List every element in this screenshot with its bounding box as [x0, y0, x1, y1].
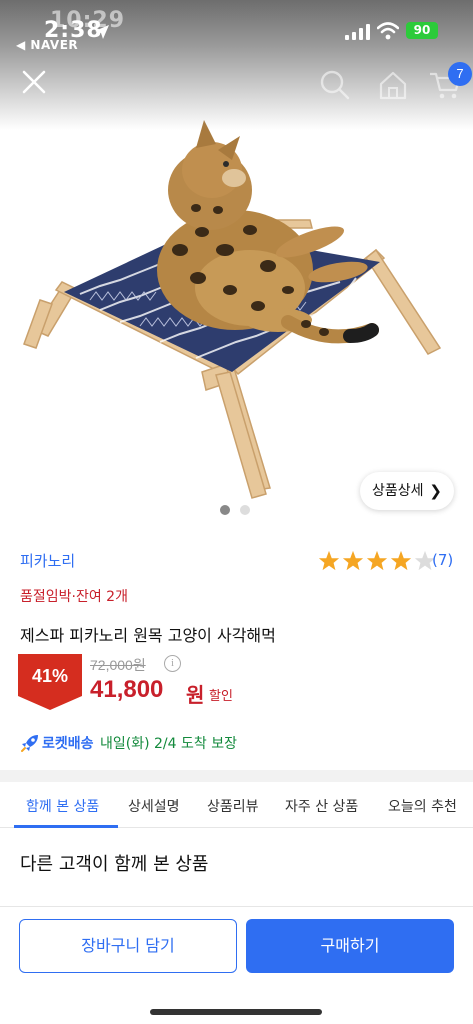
- cart-count-badge: 7: [448, 62, 472, 86]
- wifi-icon: [377, 22, 399, 40]
- delivery-eta: 내일(화) 2/4 도착 보장: [100, 736, 237, 752]
- rocket-icon: [21, 735, 38, 752]
- search-icon[interactable]: [318, 68, 352, 102]
- pagination-dot[interactable]: [240, 505, 250, 515]
- product-detail-label: 상품상세: [372, 483, 424, 499]
- rocket-delivery-label: 로켓배송: [42, 736, 94, 752]
- review-count-link[interactable]: (7): [432, 551, 453, 569]
- discount-suffix: 할인: [209, 689, 233, 704]
- tab-recommendations[interactable]: 오늘의 추천: [388, 796, 457, 816]
- tab-frequently-bought[interactable]: 자주 산 상품: [285, 796, 358, 816]
- original-price: 72,000원: [90, 657, 146, 673]
- star-filled-icon: [342, 550, 364, 571]
- discount-badge: 41%: [18, 654, 82, 710]
- star-filled-icon: [318, 550, 340, 571]
- purchase-action-bar: 장바구니 담기 구매하기: [0, 906, 473, 1024]
- star-filled-icon: [366, 550, 388, 571]
- sale-price: 41,800: [90, 676, 164, 703]
- product-detail-button[interactable]: 상품상세 ❯: [360, 472, 454, 510]
- tab-reviews[interactable]: 상품리뷰: [207, 796, 259, 816]
- star-filled-icon: [390, 550, 412, 571]
- stock-notice: 품절임박·잔여 2개: [20, 589, 128, 605]
- product-image-area: 10:29 2:38 ◀ NAVER 90 7 상품상세 ❯: [0, 0, 473, 530]
- home-indicator[interactable]: [150, 1009, 322, 1015]
- location-arrow-icon: [95, 25, 109, 39]
- back-to-app-link[interactable]: ◀ NAVER: [16, 38, 78, 52]
- seller-name-link[interactable]: 피카노리: [20, 550, 75, 571]
- cellular-signal-icon: [345, 24, 370, 40]
- tab-description[interactable]: 상세설명: [128, 796, 180, 816]
- buy-now-button[interactable]: 구매하기: [246, 919, 454, 973]
- product-tabs: 함께 본 상품 상세설명 상품리뷰 자주 산 상품 오늘의 추천: [0, 782, 473, 828]
- status-bar: 10:29 2:38 ◀ NAVER 90: [0, 0, 473, 60]
- active-tab-indicator: [14, 825, 118, 828]
- close-icon[interactable]: [18, 66, 50, 98]
- image-pagination[interactable]: [220, 505, 256, 515]
- discount-rate: 41%: [31, 666, 69, 686]
- sale-price-unit: 원: [186, 683, 205, 707]
- section-separator: [0, 770, 473, 782]
- cat-hammock-product-image[interactable]: [20, 110, 460, 510]
- rating-stars[interactable]: [318, 550, 438, 572]
- tab-viewed-together[interactable]: 함께 본 상품: [26, 796, 99, 816]
- info-icon[interactable]: i: [164, 655, 181, 672]
- product-title: 제스파 피카노리 원목 고양이 사각해먹: [20, 626, 276, 645]
- add-to-cart-button[interactable]: 장바구니 담기: [19, 919, 237, 973]
- home-icon[interactable]: [376, 68, 410, 102]
- battery-indicator: 90: [406, 22, 438, 39]
- pagination-dot-active[interactable]: [220, 505, 230, 515]
- section-title: 다른 고객이 함께 본 상품: [20, 854, 209, 875]
- chevron-right-icon: ❯: [429, 482, 442, 500]
